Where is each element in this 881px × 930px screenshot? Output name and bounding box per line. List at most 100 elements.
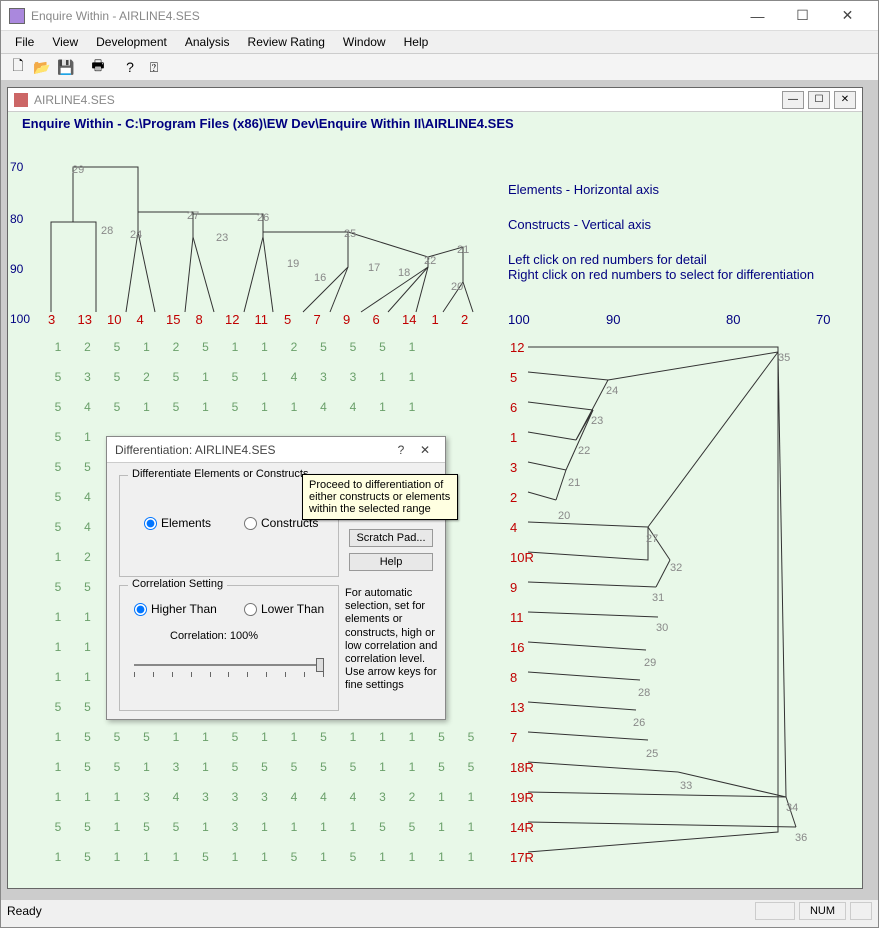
- correlation-value: Correlation: 100%: [170, 630, 258, 642]
- grid-cell: 5: [48, 460, 68, 474]
- right-construct-9[interactable]: 9: [510, 580, 517, 595]
- right-construct-14R[interactable]: 14R: [510, 820, 534, 835]
- menu-view[interactable]: View: [44, 33, 86, 51]
- grid-cell: 3: [225, 820, 245, 834]
- grid-cell: 1: [255, 730, 275, 744]
- grid-cell: 1: [48, 610, 68, 624]
- child-minimize-button[interactable]: —: [782, 91, 804, 109]
- top-element-6[interactable]: 6: [373, 312, 380, 327]
- top-element-11[interactable]: 11: [255, 312, 269, 327]
- grid-cell: 5: [432, 730, 452, 744]
- right-construct-5[interactable]: 5: [510, 370, 517, 385]
- grid-cell: 1: [255, 850, 275, 864]
- grid-cell: 3: [225, 790, 245, 804]
- radio-elements[interactable]: Elements: [144, 516, 211, 530]
- menu-help[interactable]: Help: [396, 33, 437, 51]
- right-construct-10R[interactable]: 10R: [510, 550, 534, 565]
- grid-cell: 1: [78, 640, 98, 654]
- menu-window[interactable]: Window: [335, 33, 394, 51]
- help-icon[interactable]: ?: [119, 56, 141, 78]
- right-construct-18R[interactable]: 18R: [510, 760, 534, 775]
- grid-cell: 1: [107, 820, 127, 834]
- top-element-8[interactable]: 8: [196, 312, 203, 327]
- top-element-3[interactable]: 3: [48, 312, 55, 327]
- grid-cell: 4: [78, 520, 98, 534]
- status-ready: Ready: [7, 904, 751, 918]
- radio-lower[interactable]: Lower Than: [244, 602, 324, 616]
- maximize-button[interactable]: ☐: [780, 2, 825, 30]
- top-node-21: 21: [457, 244, 469, 256]
- top-element-10[interactable]: 10: [107, 312, 121, 327]
- dialog-help-button[interactable]: ?: [389, 443, 413, 457]
- right-construct-7[interactable]: 7: [510, 730, 517, 745]
- grid-cell: 1: [343, 820, 363, 834]
- grid-cell: 5: [78, 820, 98, 834]
- top-element-12[interactable]: 12: [225, 312, 239, 327]
- grid-cell: 1: [78, 790, 98, 804]
- top-element-15[interactable]: 15: [166, 312, 180, 327]
- context-help-icon[interactable]: ⍰: [143, 56, 165, 78]
- grid-cell: 5: [48, 490, 68, 504]
- top-node-27: 27: [187, 210, 199, 222]
- top-element-5[interactable]: 5: [284, 312, 291, 327]
- grid-cell: 1: [461, 850, 481, 864]
- top-node-28: 28: [101, 225, 113, 237]
- dialog-close-button[interactable]: ✕: [413, 443, 437, 457]
- grid-cell: 1: [166, 850, 186, 864]
- new-icon[interactable]: 🗋: [7, 56, 29, 78]
- top-element-9[interactable]: 9: [343, 312, 350, 327]
- right-construct-19R[interactable]: 19R: [510, 790, 534, 805]
- grid-cell: 1: [166, 730, 186, 744]
- grid-cell: 1: [314, 820, 334, 834]
- save-icon[interactable]: 💾: [55, 56, 77, 78]
- correlation-groupbox: Correlation Setting Higher Than Lower Th…: [119, 585, 339, 711]
- grid-cell: 1: [78, 430, 98, 444]
- right-node-28: 28: [638, 687, 650, 699]
- right-construct-13[interactable]: 13: [510, 700, 524, 715]
- child-close-button[interactable]: ✕: [834, 91, 856, 109]
- right-construct-2[interactable]: 2: [510, 490, 517, 505]
- grid-cell: 5: [314, 340, 334, 354]
- top-element-7[interactable]: 7: [314, 312, 321, 327]
- help-button[interactable]: Help: [349, 553, 433, 571]
- grid-cell: 5: [78, 730, 98, 744]
- right-construct-1[interactable]: 1: [510, 430, 517, 445]
- grid-cell: 5: [48, 580, 68, 594]
- correlation-slider[interactable]: [134, 658, 324, 678]
- top-element-14[interactable]: 14: [402, 312, 416, 327]
- menu-development[interactable]: Development: [88, 33, 175, 51]
- minimize-button[interactable]: —: [735, 2, 780, 30]
- grid-cell: 4: [284, 370, 304, 384]
- menu-file[interactable]: File: [7, 33, 42, 51]
- right-construct-12[interactable]: 12: [510, 340, 524, 355]
- grid-cell: 1: [373, 760, 393, 774]
- menu-review-rating[interactable]: Review Rating: [240, 33, 333, 51]
- top-element-2[interactable]: 2: [461, 312, 468, 327]
- right-node-29: 29: [644, 657, 656, 669]
- top-element-4[interactable]: 4: [137, 312, 144, 327]
- grid-cell: 5: [225, 730, 245, 744]
- window-title: Enquire Within - AIRLINE4.SES: [31, 9, 735, 23]
- right-construct-17R[interactable]: 17R: [510, 850, 534, 865]
- right-construct-6[interactable]: 6: [510, 400, 517, 415]
- scratch-pad-button[interactable]: Scratch Pad...: [349, 529, 433, 547]
- info-elements: Elements - Horizontal axis: [508, 182, 662, 197]
- right-construct-3[interactable]: 3: [510, 460, 517, 475]
- top-element-13[interactable]: 13: [78, 312, 92, 327]
- radio-higher[interactable]: Higher Than: [134, 602, 217, 616]
- right-construct-16[interactable]: 16: [510, 640, 524, 655]
- menu-analysis[interactable]: Analysis: [177, 33, 238, 51]
- right-construct-8[interactable]: 8: [510, 670, 517, 685]
- right-node-20: 20: [558, 510, 570, 522]
- grid-cell: 3: [78, 370, 98, 384]
- print-icon[interactable]: 🖶: [87, 56, 109, 78]
- close-button[interactable]: ✕: [825, 2, 870, 30]
- right-node-25: 25: [646, 748, 658, 760]
- grid-cell: 5: [225, 370, 245, 384]
- open-icon[interactable]: 📂: [31, 56, 53, 78]
- grid-cell: 5: [373, 820, 393, 834]
- child-maximize-button[interactable]: ☐: [808, 91, 830, 109]
- top-element-1[interactable]: 1: [432, 312, 439, 327]
- right-construct-4[interactable]: 4: [510, 520, 517, 535]
- right-construct-11[interactable]: 11: [510, 610, 524, 625]
